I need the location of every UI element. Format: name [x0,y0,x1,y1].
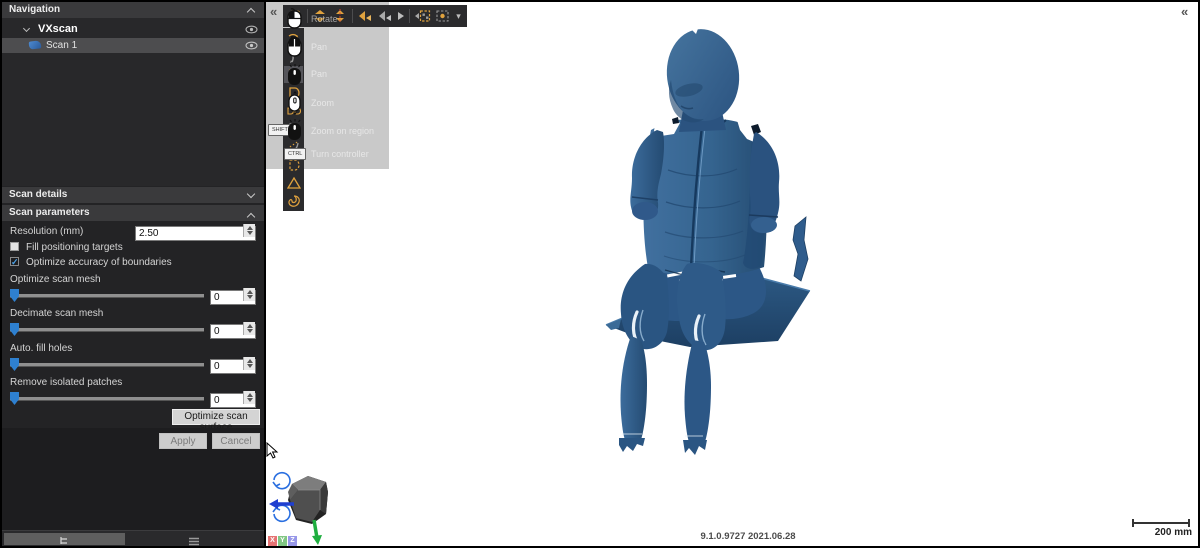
cancel-button[interactable]: Cancel [212,433,260,449]
resolution-label: Resolution (mm) [10,226,83,237]
left-sidebar: Navigation VXscan Scan 1 [2,2,264,546]
tree-item-scan1[interactable]: Scan 1 [2,38,264,53]
optimize-scan-surface-button[interactable]: Optimize scan surface [172,409,260,425]
scan-details-title: Scan details [9,189,67,200]
mouse-both-drag-icon [286,36,304,58]
version-text: 9.1.0.9727 2021.06.28 [683,531,813,542]
navigation-title: Navigation [9,4,60,15]
optimize-scan-mesh-label: Optimize scan mesh [10,274,101,285]
list-view-icon [188,537,200,546]
remove-isolated-patches-slider[interactable] [10,392,204,404]
navigation-tree: VXscan Scan 1 [2,18,264,186]
chevron-down-icon[interactable] [248,192,254,198]
hint-label: Rotate [311,14,338,24]
fill-targets-label: Fill positioning targets [26,242,123,253]
mouse-cursor [266,442,280,460]
scale-label: 200 mm [1155,527,1192,538]
slider-handle[interactable] [10,358,19,371]
select-region-icon[interactable] [413,7,431,25]
collapse-right-panel-icon[interactable]: « [1181,4,1188,19]
resolution-input[interactable] [135,226,256,241]
scan-mesh-icon [29,40,42,49]
chevron-down-icon[interactable] [24,26,30,32]
slider-track [10,328,204,332]
visibility-eye-icon[interactable] [245,41,258,50]
shift-mouse-icon [286,118,304,142]
toolbar-separator [409,9,410,23]
slider-handle[interactable] [10,323,19,336]
remove-isolated-patches-label: Remove isolated patches [10,377,122,388]
scan-parameters-header[interactable]: Scan parameters [2,205,264,221]
sidebar-footer [2,530,264,546]
axis-y-badge: Y [278,536,287,546]
more-options-caret[interactable]: ▾ [453,7,464,25]
decimate-scan-mesh-label: Decimate scan mesh [10,308,103,319]
tree-item-label: Scan 1 [46,40,77,51]
optimize-scan-mesh-slider[interactable] [10,289,204,301]
hint-label: Zoom on region [311,126,374,136]
scale-bar-line [1132,522,1190,524]
optimize-boundaries-label: Optimize accuracy of boundaries [26,257,172,268]
mouse-wheel-icon [286,90,304,116]
visibility-eye-icon[interactable] [245,25,258,34]
auto-fill-holes-label: Auto. fill holes [10,343,72,354]
scan-fragment [793,217,808,281]
scale-bar: 200 mm [1128,514,1194,540]
tree-item-vxscan[interactable]: VXscan [2,22,264,37]
mouse-middle-drag-icon [286,63,304,87]
triangle-select-icon[interactable] [284,174,303,191]
collapse-chevron-icon[interactable] [248,7,254,13]
tree-item-label: VXscan [38,23,78,35]
slider-track [10,363,204,367]
lasso-select-icon[interactable] [284,192,303,209]
slider-handle[interactable] [10,289,19,302]
hint-label: Pan [311,69,327,79]
slider-track [10,397,204,401]
ctrl-key-icon: CTRL [284,148,306,160]
spinner-arrows-icon[interactable] [243,288,255,301]
axis-legend: X Y Z [268,536,298,546]
hint-label: Turn controller [311,149,369,159]
spinner-arrows-icon[interactable] [243,224,255,237]
fill-targets-checkbox[interactable] [10,242,19,251]
slider-track [10,294,204,298]
list-view-toggle[interactable] [128,533,262,545]
apply-strip: Apply Cancel [2,428,264,530]
mouse-left-drag-icon [286,8,304,30]
3d-viewport[interactable]: « « [266,2,1198,546]
tree-view-toggle[interactable] [4,533,125,545]
scan-model-mannequin [575,18,845,463]
hint-label: Pan [311,42,327,52]
decimate-scan-mesh-slider[interactable] [10,323,204,335]
axis-x-badge: X [268,536,277,546]
scan-parameters-title: Scan parameters [9,207,90,218]
navigation-header[interactable]: Navigation [2,2,264,18]
navigation-cube[interactable] [268,462,340,546]
tree-view-icon [59,536,70,546]
spinner-arrows-icon[interactable] [243,357,255,370]
center-region-icon[interactable] [433,7,451,25]
auto-fill-holes-slider[interactable] [10,358,204,370]
spinner-arrows-icon[interactable] [243,391,255,404]
slider-handle[interactable] [10,392,19,405]
scan-details-header[interactable]: Scan details [2,187,264,203]
apply-button[interactable]: Apply [159,433,207,449]
spinner-arrows-icon[interactable] [243,322,255,335]
axis-z-badge: Z [288,536,297,546]
vxelements-window: Navigation VXscan Scan 1 [0,0,1200,548]
step-next-icon[interactable] [396,7,406,25]
hint-label: Zoom [311,98,334,108]
optimize-boundaries-checkbox[interactable]: ✓ [10,257,19,266]
chevron-up-icon[interactable] [248,212,254,218]
